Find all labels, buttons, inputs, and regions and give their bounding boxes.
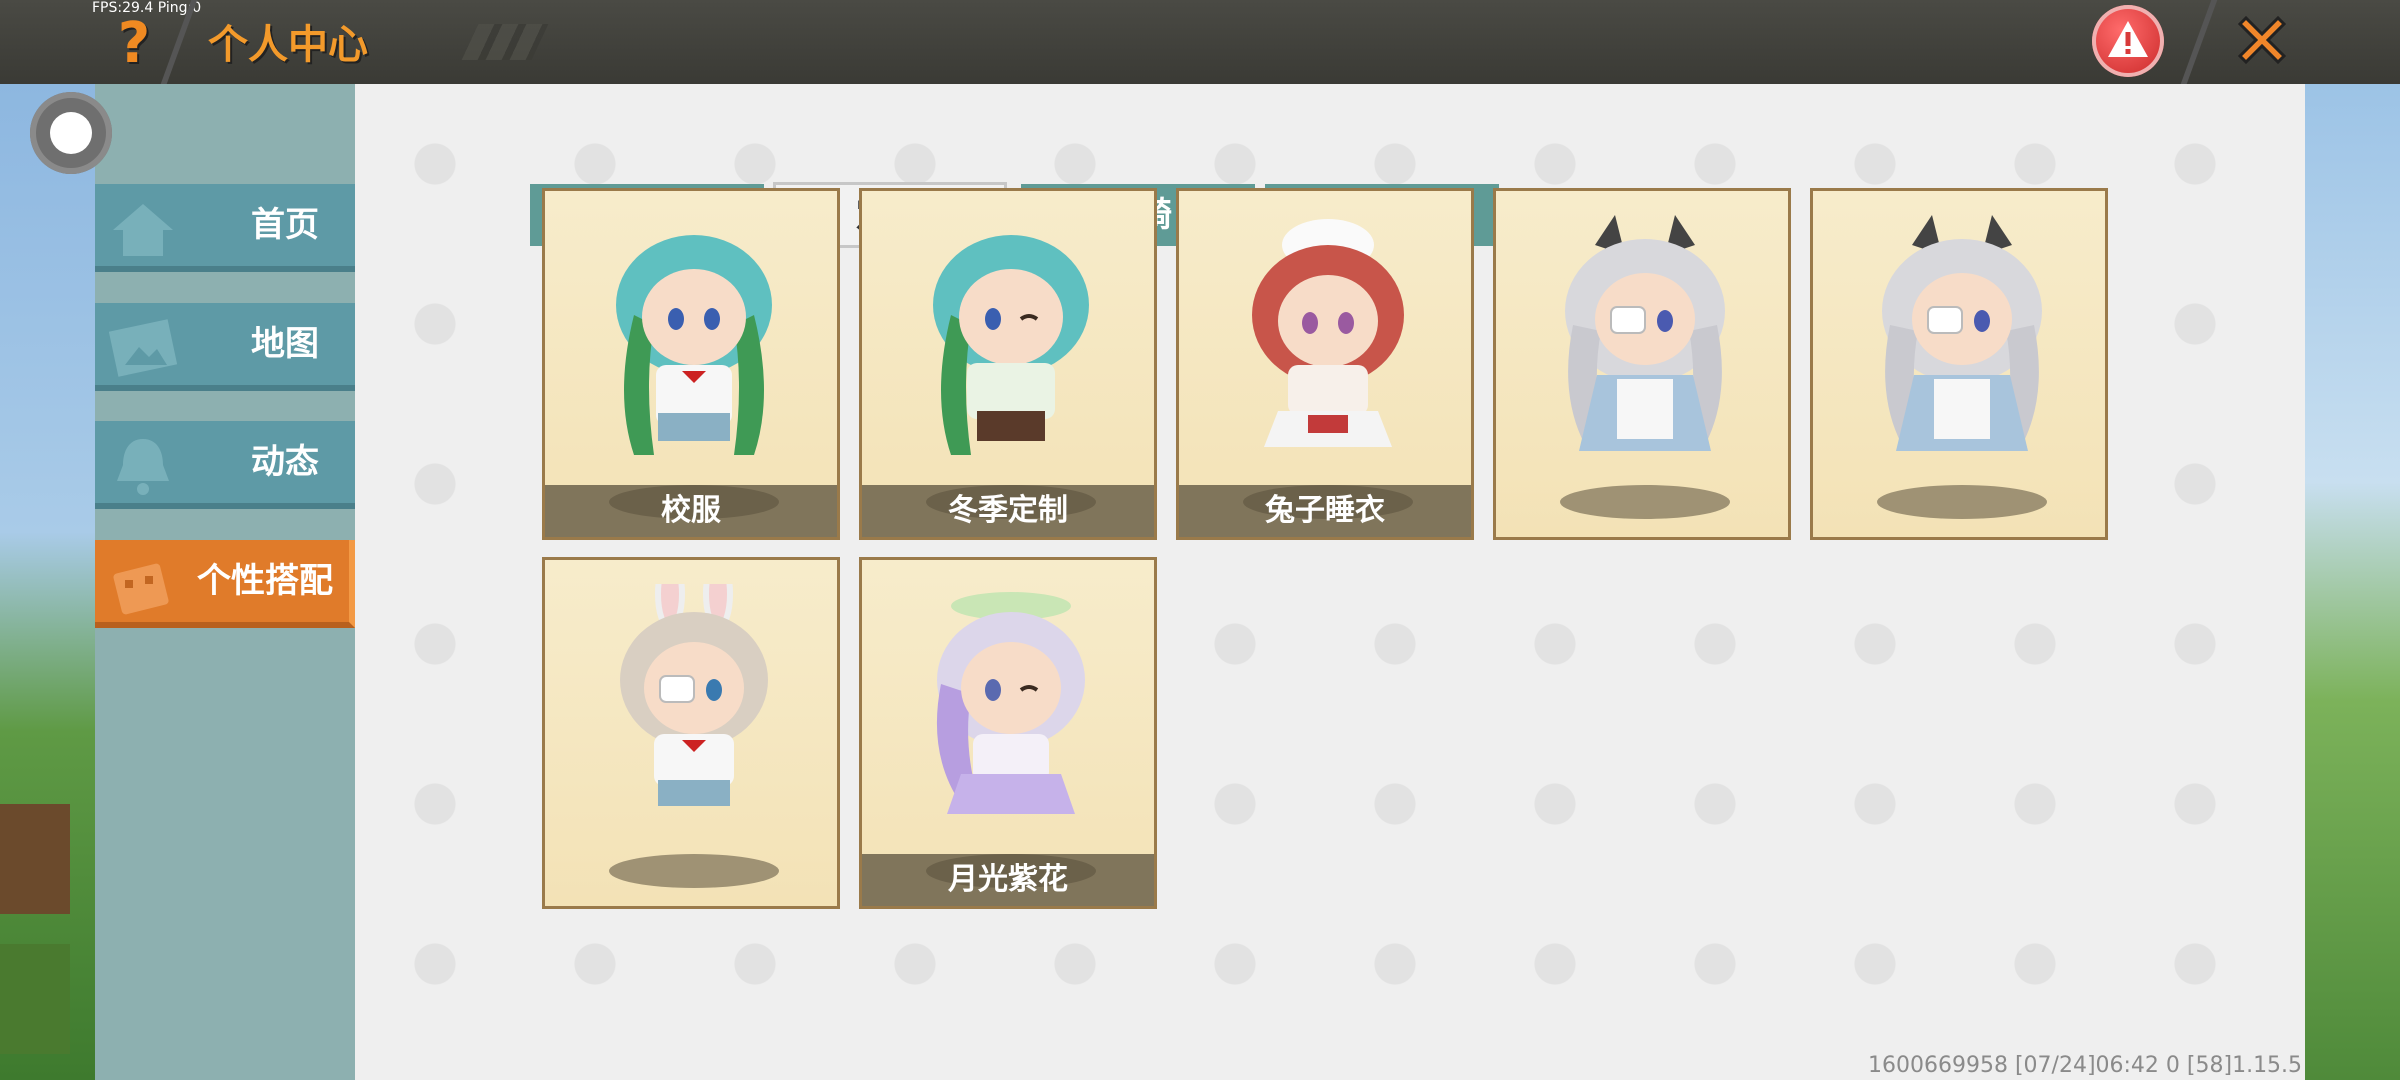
sidebar-item-feed[interactable]: 动态	[95, 421, 355, 509]
warning-button[interactable]	[2092, 5, 2164, 77]
outfit-card[interactable]: 兔子睡衣	[1176, 188, 1474, 540]
card-shadow	[609, 854, 779, 888]
outfit-card[interactable]: 校服	[542, 188, 840, 540]
page-title: 个人中心	[208, 22, 368, 68]
outfit-card[interactable]: 冬季定制	[859, 188, 1157, 540]
outfit-icon	[113, 563, 169, 615]
toggle-button[interactable]	[30, 92, 112, 174]
terrain-block	[0, 804, 70, 914]
outfit-card[interactable]: 月光紫花	[859, 557, 1157, 909]
divider	[2180, 0, 2218, 84]
character-portrait	[616, 235, 772, 455]
character-portrait	[1882, 215, 2042, 451]
character-portrait	[936, 592, 1085, 814]
build-info: 1600669958 [07/24]06:42 0 [58]1.15.5	[1868, 1053, 2303, 1078]
game-background-left	[0, 84, 95, 1080]
character-portrait	[1252, 219, 1404, 447]
sidebar-item-label: 个性搭配	[197, 561, 333, 601]
terrain-block	[0, 944, 70, 1054]
character-portrait	[933, 235, 1089, 455]
outfit-card[interactable]	[1493, 188, 1791, 540]
close-icon	[2237, 15, 2287, 65]
outfit-caption: 月光紫花	[862, 854, 1154, 906]
warning-icon	[2108, 21, 2148, 57]
game-background-right	[2305, 84, 2400, 1080]
card-shadow	[1560, 485, 1730, 519]
home-icon	[113, 204, 173, 256]
map-icon	[108, 319, 178, 377]
character-portrait	[620, 584, 768, 806]
sidebar-item-label: 动态	[251, 442, 319, 482]
top-bar: FPS:29.4 Ping:0 ? 个人中心	[0, 0, 2400, 84]
close-button[interactable]	[2230, 8, 2294, 72]
question-icon[interactable]: ?	[112, 14, 156, 74]
character-portrait	[1565, 215, 1725, 451]
decorative-stripes	[461, 24, 549, 60]
sidebar-item-home[interactable]: 首页	[95, 184, 355, 272]
bell-icon	[117, 439, 169, 495]
sidebar-item-label: 地图	[251, 324, 319, 364]
sidebar-item-outfit[interactable]: 个性搭配	[95, 540, 355, 628]
outfit-caption: 校服	[545, 485, 837, 537]
sidebar-item-map[interactable]: 地图	[95, 303, 355, 391]
outfit-card[interactable]	[1810, 188, 2108, 540]
outfit-caption: 兔子睡衣	[1179, 485, 1471, 537]
card-shadow	[1877, 485, 2047, 519]
sidebar-item-label: 首页	[251, 205, 319, 245]
outfit-card[interactable]	[542, 557, 840, 909]
outfit-caption: 冬季定制	[862, 485, 1154, 537]
